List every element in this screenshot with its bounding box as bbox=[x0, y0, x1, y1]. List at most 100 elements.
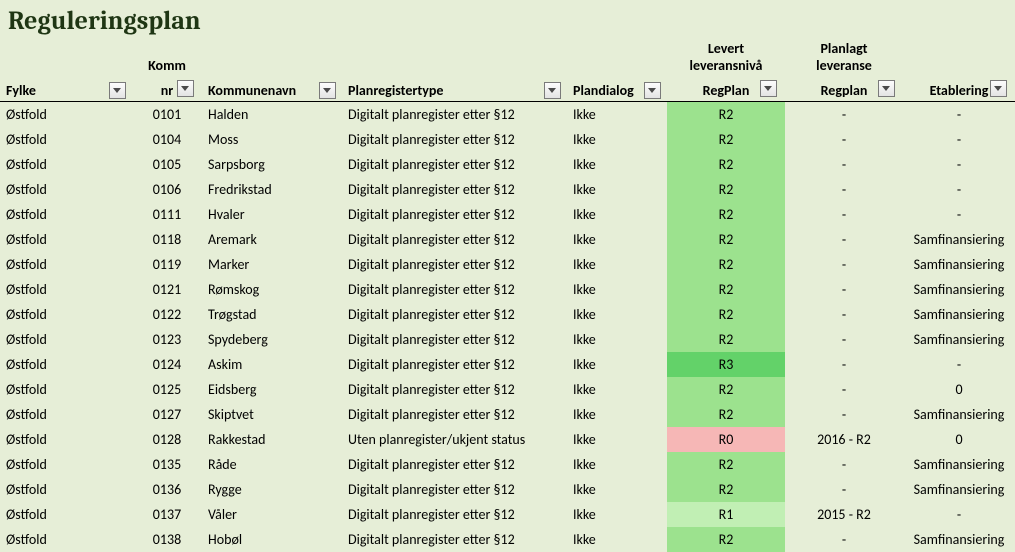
cell-kommunenavn: Moss bbox=[202, 127, 342, 152]
cell-planregistertype: Digitalt planregister etter §12 bbox=[342, 177, 567, 202]
cell-fylke: Østfold bbox=[0, 302, 132, 327]
filter-dropdown-icon[interactable] bbox=[644, 82, 661, 99]
cell-plandialog: Ikke bbox=[567, 427, 667, 452]
filter-dropdown-icon[interactable] bbox=[878, 80, 895, 97]
cell-planregistertype: Digitalt planregister etter §12 bbox=[342, 352, 567, 377]
cell-kommunenavn: Spydeberg bbox=[202, 327, 342, 352]
table-row: Østfold0105SarpsborgDigitalt planregiste… bbox=[0, 152, 1015, 177]
cell-nr: 0101 bbox=[132, 102, 202, 128]
cell-fylke: Østfold bbox=[0, 452, 132, 477]
hdr-levert-top: Levert leveransnivå bbox=[667, 38, 785, 76]
filter-dropdown-icon[interactable] bbox=[760, 80, 777, 97]
table-row: Østfold0124AskimDigitalt planregister et… bbox=[0, 352, 1015, 377]
cell-planregistertype: Digitalt planregister etter §12 bbox=[342, 302, 567, 327]
cell-levert-regplan: R2 bbox=[667, 302, 785, 327]
cell-levert-regplan: R2 bbox=[667, 127, 785, 152]
cell-planregistertype: Digitalt planregister etter §12 bbox=[342, 527, 567, 552]
cell-nr: 0105 bbox=[132, 152, 202, 177]
table-row: Østfold0121RømskogDigitalt planregister … bbox=[0, 277, 1015, 302]
cell-kommunenavn: Rygge bbox=[202, 477, 342, 502]
cell-planlagt-regplan: - bbox=[785, 202, 903, 227]
cell-etablering: 0 bbox=[903, 377, 1015, 402]
cell-kommunenavn: Hvaler bbox=[202, 202, 342, 227]
table-row: Østfold0127SkiptvetDigitalt planregister… bbox=[0, 402, 1015, 427]
hdr-blank-4 bbox=[567, 38, 667, 76]
cell-plandialog: Ikke bbox=[567, 202, 667, 227]
cell-levert-regplan: R2 bbox=[667, 452, 785, 477]
cell-fylke: Østfold bbox=[0, 377, 132, 402]
col-kommunenavn[interactable]: Kommunenavn bbox=[202, 76, 342, 102]
cell-planregistertype: Digitalt planregister etter §12 bbox=[342, 152, 567, 177]
cell-levert-regplan: R2 bbox=[667, 277, 785, 302]
col-etablering[interactable]: Etablering bbox=[903, 76, 1015, 102]
filter-dropdown-icon[interactable] bbox=[177, 80, 194, 97]
hdr-planlagt-top: Planlagt leveranse bbox=[785, 38, 903, 76]
cell-plandialog: Ikke bbox=[567, 352, 667, 377]
col-nr[interactable]: nr bbox=[132, 76, 202, 102]
cell-etablering: Samfinansiering bbox=[903, 477, 1015, 502]
table-row: Østfold0104MossDigitalt planregister ett… bbox=[0, 127, 1015, 152]
cell-planregistertype: Digitalt planregister etter §12 bbox=[342, 202, 567, 227]
filter-dropdown-icon[interactable] bbox=[319, 82, 336, 99]
cell-planregistertype: Digitalt planregister etter §12 bbox=[342, 227, 567, 252]
cell-plandialog: Ikke bbox=[567, 277, 667, 302]
cell-levert-regplan: R2 bbox=[667, 402, 785, 427]
hdr-blank-2 bbox=[202, 38, 342, 76]
cell-planlagt-regplan: - bbox=[785, 227, 903, 252]
cell-kommunenavn: Trøgstad bbox=[202, 302, 342, 327]
cell-kommunenavn: Sarpsborg bbox=[202, 152, 342, 177]
cell-fylke: Østfold bbox=[0, 252, 132, 277]
cell-fylke: Østfold bbox=[0, 402, 132, 427]
col-planregistertype[interactable]: Planregistertype bbox=[342, 76, 567, 102]
cell-nr: 0124 bbox=[132, 352, 202, 377]
cell-nr: 0104 bbox=[132, 127, 202, 152]
cell-etablering: 0 bbox=[903, 427, 1015, 452]
cell-planlagt-regplan: - bbox=[785, 177, 903, 202]
col-regplan2[interactable]: Regplan bbox=[785, 76, 903, 102]
cell-etablering: Samfinansiering bbox=[903, 402, 1015, 427]
cell-nr: 0138 bbox=[132, 527, 202, 552]
cell-levert-regplan: R2 bbox=[667, 202, 785, 227]
cell-etablering: Samfinansiering bbox=[903, 302, 1015, 327]
cell-nr: 0137 bbox=[132, 502, 202, 527]
cell-nr: 0128 bbox=[132, 427, 202, 452]
hdr-komm-top: Komm bbox=[132, 38, 202, 76]
cell-planregistertype: Digitalt planregister etter §12 bbox=[342, 277, 567, 302]
cell-planlagt-regplan: 2015 - R2 bbox=[785, 502, 903, 527]
cell-levert-regplan: R2 bbox=[667, 527, 785, 552]
cell-nr: 0127 bbox=[132, 402, 202, 427]
cell-planregistertype: Digitalt planregister etter §12 bbox=[342, 127, 567, 152]
col-plandialog[interactable]: Plandialog bbox=[567, 76, 667, 102]
cell-fylke: Østfold bbox=[0, 352, 132, 377]
filter-dropdown-icon[interactable] bbox=[990, 80, 1007, 97]
cell-fylke: Østfold bbox=[0, 227, 132, 252]
cell-etablering: - bbox=[903, 202, 1015, 227]
cell-etablering: - bbox=[903, 352, 1015, 377]
table-row: Østfold0125EidsbergDigitalt planregister… bbox=[0, 377, 1015, 402]
cell-levert-regplan: R0 bbox=[667, 427, 785, 452]
filter-dropdown-icon[interactable] bbox=[109, 82, 126, 99]
filter-dropdown-icon[interactable] bbox=[544, 82, 561, 99]
cell-levert-regplan: R2 bbox=[667, 252, 785, 277]
col-plandialog-label: Plandialog bbox=[573, 82, 634, 99]
cell-nr: 0121 bbox=[132, 277, 202, 302]
col-fylke[interactable]: Fylke bbox=[0, 76, 132, 102]
cell-planregistertype: Digitalt planregister etter §12 bbox=[342, 452, 567, 477]
col-regplan2-label: Regplan bbox=[821, 82, 868, 99]
cell-planregistertype: Digitalt planregister etter §12 bbox=[342, 502, 567, 527]
cell-fylke: Østfold bbox=[0, 477, 132, 502]
cell-etablering: - bbox=[903, 502, 1015, 527]
cell-kommunenavn: Halden bbox=[202, 102, 342, 128]
col-planregistertype-label: Planregistertype bbox=[348, 82, 443, 99]
cell-fylke: Østfold bbox=[0, 127, 132, 152]
hdr-levert-l2: leveransnivå bbox=[690, 57, 763, 74]
cell-kommunenavn: Aremark bbox=[202, 227, 342, 252]
cell-plandialog: Ikke bbox=[567, 152, 667, 177]
cell-nr: 0123 bbox=[132, 327, 202, 352]
col-regplan[interactable]: RegPlan bbox=[667, 76, 785, 102]
cell-plandialog: Ikke bbox=[567, 377, 667, 402]
cell-fylke: Østfold bbox=[0, 102, 132, 128]
cell-planlagt-regplan: - bbox=[785, 152, 903, 177]
cell-plandialog: Ikke bbox=[567, 302, 667, 327]
cell-etablering: Samfinansiering bbox=[903, 327, 1015, 352]
